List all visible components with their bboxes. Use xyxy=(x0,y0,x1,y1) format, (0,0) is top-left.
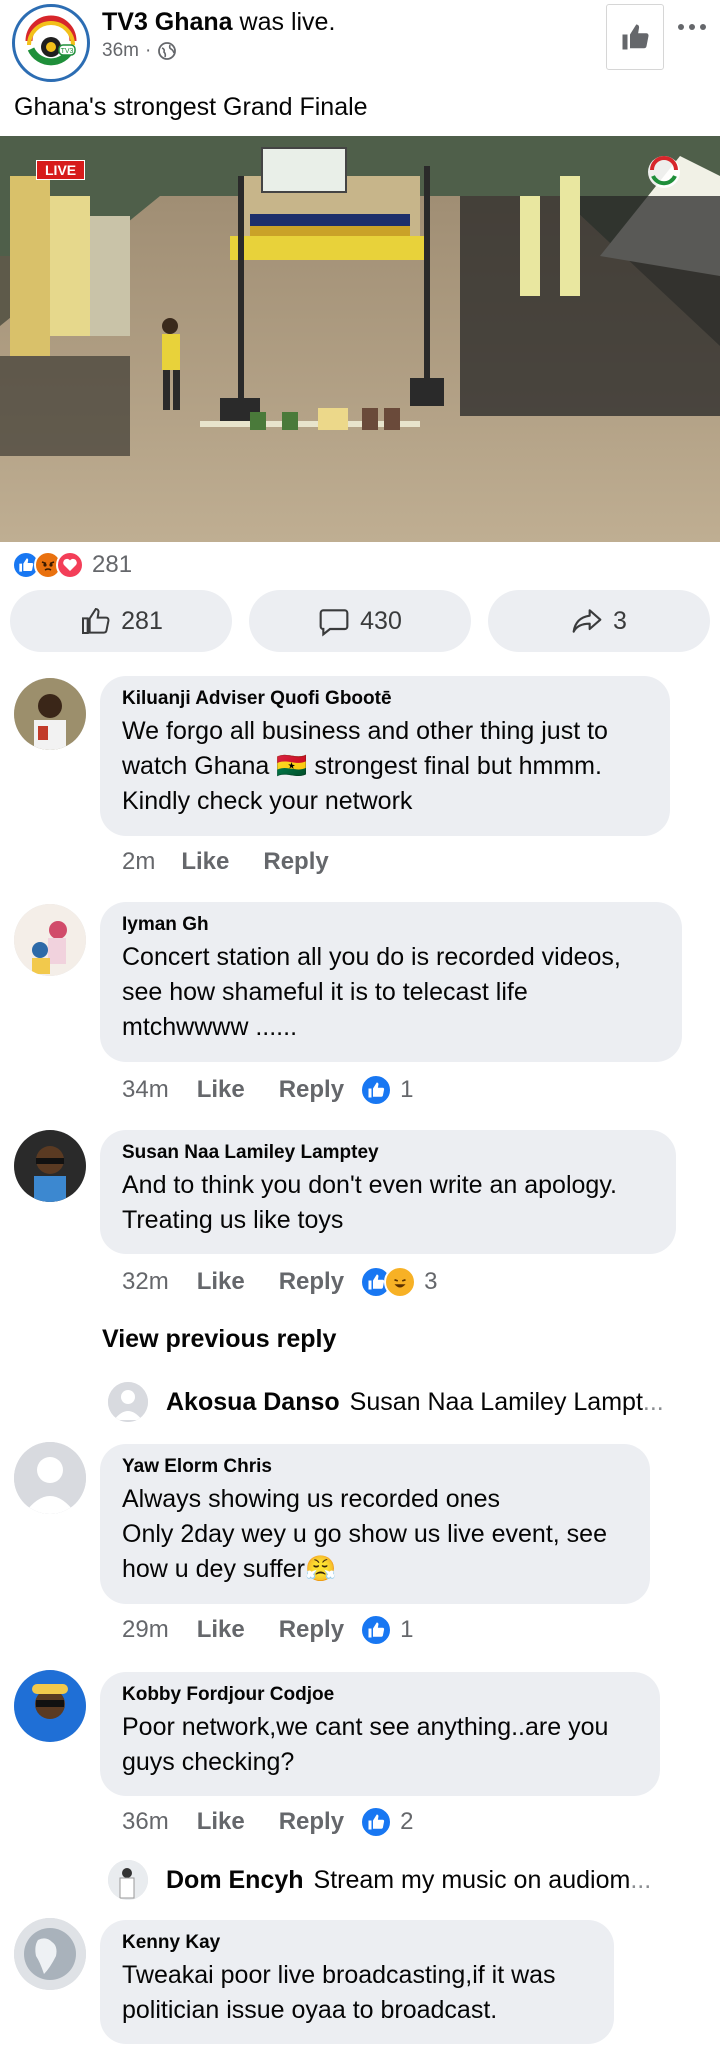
comment-time[interactable]: 32m xyxy=(122,1268,169,1296)
avatar[interactable] xyxy=(14,678,86,750)
comment-text: Concert station all you do is recorded v… xyxy=(122,943,621,1041)
video-player[interactable]: LIVE xyxy=(0,136,720,542)
avatar[interactable] xyxy=(14,1130,86,1202)
like-icon xyxy=(360,1614,393,1646)
comment-meta: 29m Like Reply 1 xyxy=(122,1614,413,1646)
comment-time[interactable]: 34m xyxy=(122,1076,169,1104)
comment-like-button[interactable]: Like xyxy=(197,1616,245,1644)
live-badge: LIVE xyxy=(36,160,86,180)
comment-bubble: Kenny Kay Tweakai poor live broadcasting… xyxy=(100,1920,614,2044)
comment-bubble: Kiluanji Adviser Quofi Gbootē We forgo a… xyxy=(100,676,670,836)
comment-bubble: Yaw Elorm Chris Always showing us record… xyxy=(100,1444,650,1604)
comment-like-button[interactable]: Like xyxy=(197,1808,245,1836)
like-page-button[interactable] xyxy=(606,4,664,70)
share-count: 3 xyxy=(613,606,627,635)
comment-reply-button[interactable]: Reply xyxy=(279,1808,344,1836)
comment-text: Poor network,we cant see anything..are y… xyxy=(122,1713,609,1776)
avatar[interactable] xyxy=(14,904,86,976)
comment-reactions[interactable]: 1 xyxy=(360,1614,413,1646)
comment-button[interactable]: 430 xyxy=(249,590,471,652)
comment-bubble: Iyman Gh Concert station all you do is r… xyxy=(100,902,682,1062)
comment-reply-button[interactable]: Reply xyxy=(279,1616,344,1644)
comment-time[interactable]: 36m xyxy=(122,1808,169,1836)
comment-text: Tweakai poor live broadcasting,if it was… xyxy=(122,1961,556,2024)
comment-text: And to think you don't even write an apo… xyxy=(122,1171,617,1234)
reply-author[interactable]: Dom Encyh xyxy=(166,1866,304,1895)
post-action-text: was live. xyxy=(239,8,336,36)
avatar[interactable] xyxy=(14,1442,86,1514)
comment-reply-button[interactable]: Reply xyxy=(279,1076,344,1104)
comment-meta: 34m Like Reply 1 xyxy=(122,1074,413,1106)
comment-text: We forgo all business and other thing ju… xyxy=(122,717,608,815)
comment-time[interactable]: 2m xyxy=(122,848,155,876)
reply-preview[interactable]: Akosua Danso Susan Naa Lamiley Lampt... xyxy=(108,1382,664,1422)
video-frame xyxy=(0,136,720,542)
reply-ellipsis: ... xyxy=(630,1865,652,1894)
reactions-count: 281 xyxy=(92,551,133,578)
more-options-button[interactable] xyxy=(672,12,712,42)
comment-like-button[interactable]: Like xyxy=(197,1268,245,1296)
comment-meta: 36m Like Reply 2 xyxy=(122,1806,413,1838)
comment-like-button[interactable]: Like xyxy=(197,1076,245,1104)
love-icon xyxy=(56,551,84,579)
tv3-logo-icon: TV3 xyxy=(18,10,84,76)
like-icon xyxy=(360,1806,393,1838)
comment-author[interactable]: Kobby Fordjour Codjoe xyxy=(122,1684,638,1706)
comment-author[interactable]: Yaw Elorm Chris xyxy=(122,1456,628,1478)
dot-separator: · xyxy=(144,40,152,61)
comment-reaction-count: 1 xyxy=(400,1076,414,1103)
avatar[interactable] xyxy=(108,1860,148,1900)
comment-author[interactable]: Susan Naa Lamiley Lamptey xyxy=(122,1142,654,1164)
view-previous-reply-link[interactable]: View previous reply xyxy=(102,1325,336,1354)
laughing-icon xyxy=(384,1266,417,1298)
comment-bubble: Kobby Fordjour Codjoe Poor network,we ca… xyxy=(100,1672,660,1796)
avatar[interactable] xyxy=(14,1918,86,1990)
share-icon xyxy=(572,609,602,633)
reply-text: Susan Naa Lamiley Lampt xyxy=(349,1387,643,1416)
like-icon xyxy=(360,1074,393,1106)
comment-meta: 2m Like Reply xyxy=(122,848,329,876)
svg-text:TV3: TV3 xyxy=(61,48,74,55)
reply-text: Stream my music on audiom xyxy=(313,1865,631,1894)
comment-reply-button[interactable]: Reply xyxy=(279,1268,344,1296)
comment-reactions[interactable]: 2 xyxy=(360,1806,413,1838)
like-count: 281 xyxy=(121,606,163,635)
avatar[interactable] xyxy=(14,1670,86,1742)
comment-reaction-count: 3 xyxy=(424,1268,438,1295)
thumbs-up-icon xyxy=(622,24,649,50)
comment-reactions[interactable]: 3 xyxy=(360,1266,437,1298)
comment-reply-button[interactable]: Reply xyxy=(263,848,328,876)
comment-icon xyxy=(319,609,349,637)
comment-author[interactable]: Kiluanji Adviser Quofi Gbootē xyxy=(122,688,648,710)
comment-like-button[interactable]: Like xyxy=(181,848,229,876)
reply-author[interactable]: Akosua Danso xyxy=(166,1388,340,1417)
comment-text: Always showing us recorded ones Only 2da… xyxy=(122,1485,607,1583)
reply-ellipsis: ... xyxy=(642,1387,664,1416)
page-name[interactable]: TV3 Ghana xyxy=(102,8,233,36)
comment-reaction-count: 2 xyxy=(400,1808,414,1835)
comment-meta: 32m Like Reply 3 xyxy=(122,1266,437,1298)
reactions-summary[interactable]: 281 xyxy=(12,550,132,580)
post-time[interactable]: 36m xyxy=(102,40,139,62)
more-dots-icon xyxy=(678,24,706,30)
globe-icon xyxy=(157,41,177,61)
comment-author[interactable]: Kenny Kay xyxy=(122,1932,592,1954)
avatar[interactable] xyxy=(108,1382,148,1422)
comment-count: 430 xyxy=(360,606,402,635)
comment-author[interactable]: Iyman Gh xyxy=(122,914,660,936)
page-name-row: TV3 Ghana was live. xyxy=(102,8,335,37)
reply-preview[interactable]: Dom Encyh Stream my music on audiom... xyxy=(108,1860,651,1900)
thumbs-up-outline-icon xyxy=(82,607,110,634)
comment-bubble: Susan Naa Lamiley Lamptey And to think y… xyxy=(100,1130,676,1254)
comment-reactions[interactable]: 1 xyxy=(360,1074,413,1106)
post-meta: 36m · xyxy=(102,40,177,62)
comment-reaction-count: 1 xyxy=(400,1616,414,1643)
comment-time[interactable]: 29m xyxy=(122,1616,169,1644)
post-header: TV3 TV3 Ghana was live. 36m · xyxy=(0,0,720,86)
post-text: Ghana's strongest Grand Finale xyxy=(14,93,368,121)
share-button[interactable]: 3 xyxy=(488,590,710,652)
like-button[interactable]: 281 xyxy=(10,590,232,652)
page-avatar[interactable]: TV3 xyxy=(12,4,90,82)
